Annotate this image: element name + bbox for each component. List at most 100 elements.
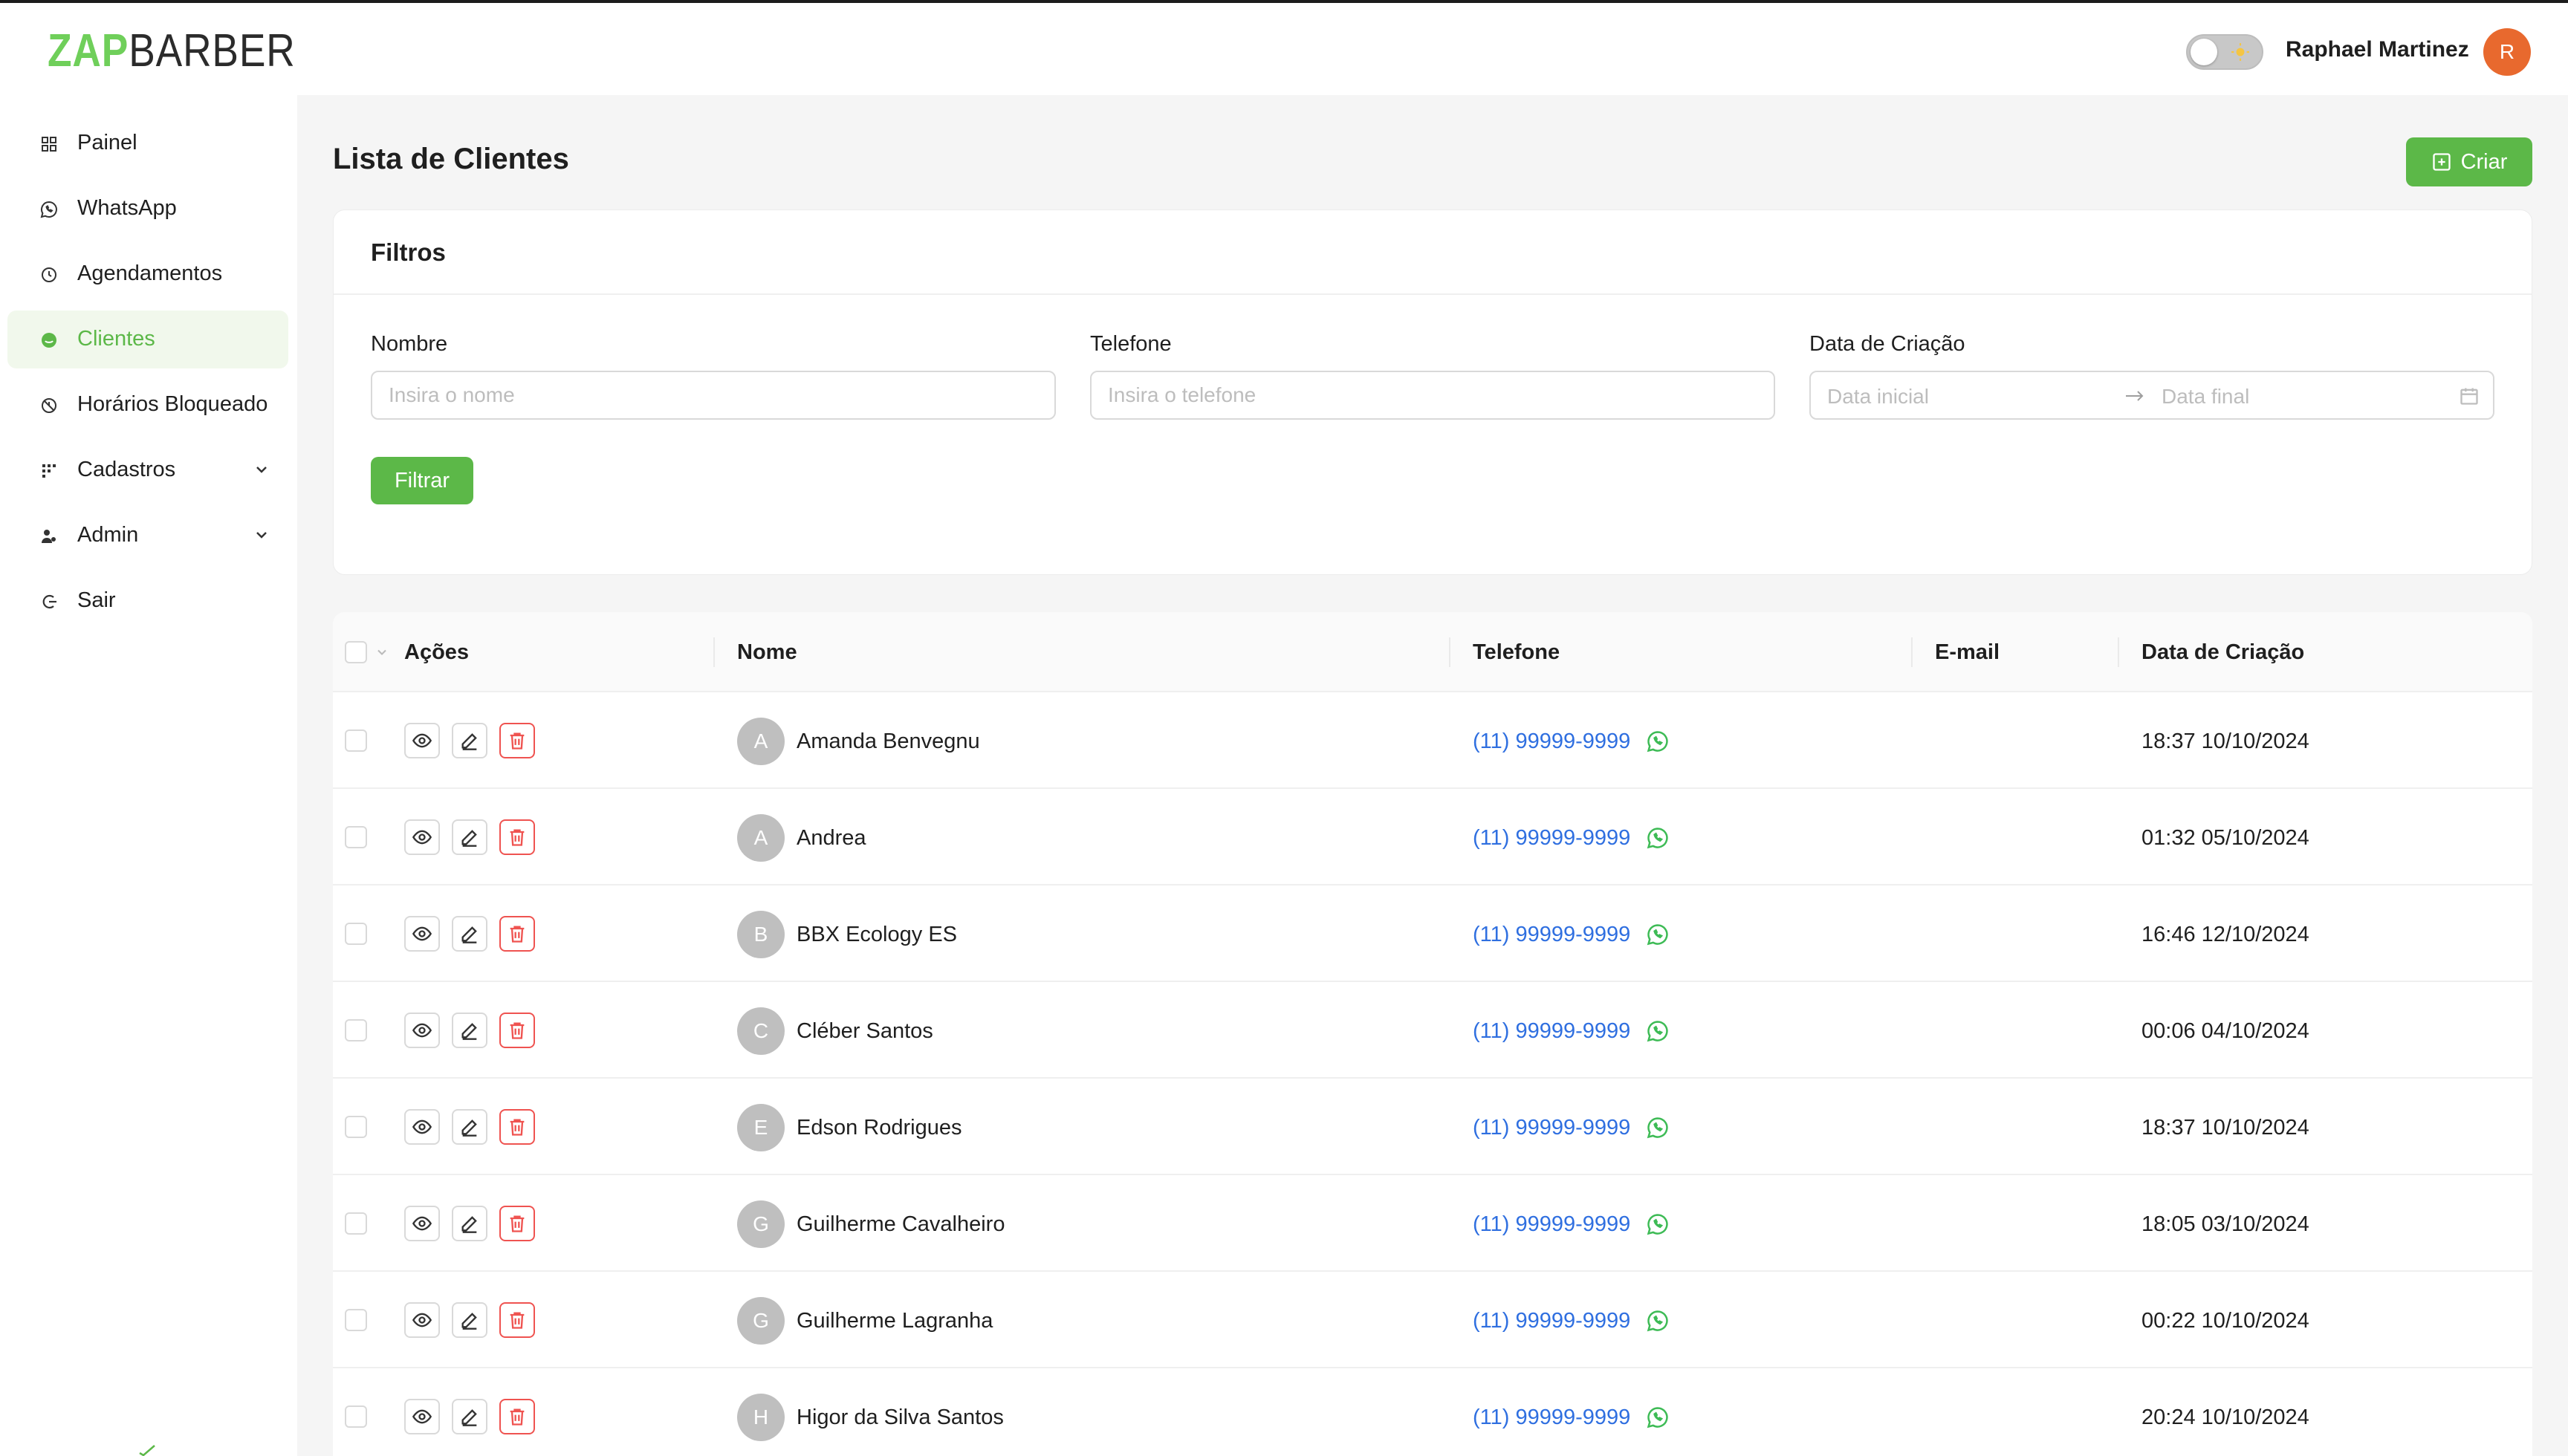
sidebar-item-label: Painel — [77, 131, 137, 155]
edit-button[interactable] — [452, 1399, 487, 1434]
brand-logo[interactable]: ZAPBARBER — [48, 28, 296, 74]
theme-toggle[interactable] — [2186, 34, 2263, 70]
user-name[interactable]: Raphael Martinez — [2286, 37, 2469, 62]
table-row[interactable]: C Cléber Santos (11) 99999-9999 00:06 04/10… — [333, 982, 2532, 1079]
sidebar-item-admin[interactable]: Admin — [7, 507, 288, 565]
client-phone-link[interactable]: (11) 99999-9999 — [1473, 923, 1630, 947]
edit-button[interactable] — [452, 916, 487, 952]
client-name: BBX Ecology ES — [797, 923, 957, 946]
filters-title: Filtros — [371, 238, 446, 266]
column-header-name[interactable]: Nome — [737, 640, 797, 665]
select-all-checkbox[interactable] — [345, 641, 367, 663]
chevron-down-icon[interactable] — [374, 645, 389, 660]
delete-button[interactable] — [499, 1206, 535, 1241]
sidebar-item-agendamentos[interactable]: Agendamentos — [7, 245, 288, 303]
client-created-date: 20:24 10/10/2024 — [2141, 1405, 2309, 1429]
delete-button[interactable] — [499, 819, 535, 855]
sidebar-item-whatsapp[interactable]: WhatsApp — [7, 180, 288, 238]
client-phone-link[interactable]: (11) 99999-9999 — [1473, 1405, 1630, 1430]
whatsapp-icon[interactable] — [1647, 1310, 1669, 1332]
client-created-date: 18:05 03/10/2024 — [2141, 1212, 2309, 1236]
delete-button[interactable] — [499, 1302, 535, 1338]
delete-button[interactable] — [499, 723, 535, 758]
edit-button[interactable] — [452, 1109, 487, 1145]
client-phone-link[interactable]: (11) 99999-9999 — [1473, 1212, 1630, 1237]
row-checkbox[interactable] — [345, 923, 367, 945]
table-row[interactable]: B BBX Ecology ES (11) 99999-9999 16:46 12/1… — [333, 885, 2532, 982]
client-created-date: 16:46 12/10/2024 — [2141, 923, 2309, 946]
create-button[interactable]: Criar — [2406, 137, 2532, 186]
row-checkbox[interactable] — [345, 826, 367, 848]
table-row[interactable]: G Guilherme Lagranha (11) 99999-9999 00:22 … — [333, 1272, 2532, 1368]
view-button[interactable] — [404, 1013, 440, 1048]
edit-button[interactable] — [452, 723, 487, 758]
view-button[interactable] — [404, 916, 440, 952]
edit-button[interactable] — [452, 1302, 487, 1338]
table-row[interactable]: A Amanda Benvegnu (11) 99999-9999 18:37 10/… — [333, 692, 2532, 789]
filter-button[interactable]: Filtrar — [371, 457, 473, 504]
edit-button[interactable] — [452, 819, 487, 855]
table-row[interactable]: E Edson Rodrigues (11) 99999-9999 18:37 10/… — [333, 1079, 2532, 1175]
view-button[interactable] — [404, 723, 440, 758]
edit-button[interactable] — [452, 1013, 487, 1048]
row-checkbox[interactable] — [345, 1019, 367, 1041]
edit-button[interactable] — [452, 1206, 487, 1241]
sidebar-item-cadastros[interactable]: Cadastros — [7, 441, 288, 499]
view-button[interactable] — [404, 1302, 440, 1338]
trash-icon — [507, 1117, 528, 1137]
table-row[interactable]: H Higor da Silva Santos (11) 99999-9999 20:… — [333, 1368, 2532, 1456]
column-separator — [713, 637, 715, 667]
client-phone-link[interactable]: (11) 99999-9999 — [1473, 1309, 1630, 1333]
whatsapp-icon[interactable] — [1647, 730, 1669, 753]
filters-panel: Filtros Nombre Insira o nome Telefone In… — [333, 209, 2532, 575]
delete-button[interactable] — [499, 1013, 535, 1048]
trash-icon — [507, 1310, 528, 1330]
row-checkbox[interactable] — [345, 1309, 367, 1331]
whatsapp-icon[interactable] — [1647, 1406, 1669, 1429]
table-row[interactable]: G Guilherme Cavalheiro (11) 99999-9999 18:0… — [333, 1175, 2532, 1272]
chevron-down-icon[interactable] — [253, 526, 270, 544]
sidebar-item-horarios-bloqueado[interactable]: Horários Bloqueado — [7, 376, 288, 434]
client-initial: G — [753, 1212, 769, 1235]
table-row[interactable]: A Andrea (11) 99999-9999 01:32 05/10/2024 — [333, 789, 2532, 885]
view-button[interactable] — [404, 1399, 440, 1434]
whatsapp-icon[interactable] — [1647, 827, 1669, 849]
view-button[interactable] — [404, 1206, 440, 1241]
client-phone-link[interactable]: (11) 99999-9999 — [1473, 826, 1630, 851]
delete-button[interactable] — [499, 1109, 535, 1145]
sidebar-item-clientes[interactable]: Clientes — [7, 311, 288, 368]
date-start-input[interactable]: Data inicial — [1827, 385, 1929, 409]
client-phone-link[interactable]: (11) 99999-9999 — [1473, 1019, 1630, 1044]
trash-icon — [507, 827, 528, 848]
client-phone-link[interactable]: (11) 99999-9999 — [1473, 729, 1630, 754]
view-button[interactable] — [404, 819, 440, 855]
column-header-email[interactable]: E-mail — [1935, 640, 2000, 665]
delete-button[interactable] — [499, 1399, 535, 1434]
user-avatar[interactable]: R — [2483, 28, 2531, 76]
delete-button[interactable] — [499, 916, 535, 952]
whatsapp-icon[interactable] — [1647, 1020, 1669, 1042]
date-end-input[interactable]: Data final — [2162, 385, 2249, 409]
client-phone-link[interactable]: (11) 99999-9999 — [1473, 1116, 1630, 1140]
client-created-date: 00:06 04/10/2024 — [2141, 1019, 2309, 1043]
row-checkbox[interactable] — [345, 1405, 367, 1428]
sidebar-item-painel[interactable]: Painel — [7, 114, 288, 172]
view-button[interactable] — [404, 1109, 440, 1145]
row-checkbox[interactable] — [345, 1116, 367, 1138]
phone-filter-input[interactable]: Insira o telefone — [1090, 371, 1775, 420]
name-filter-input[interactable]: Insira o nome — [371, 371, 1056, 420]
whatsapp-icon[interactable] — [1647, 923, 1669, 946]
client-name: Cléber Santos — [797, 1019, 933, 1043]
whatsapp-icon[interactable] — [1647, 1117, 1669, 1139]
chevron-down-icon[interactable] — [253, 461, 270, 478]
client-avatar: G — [737, 1200, 785, 1248]
column-header-phone[interactable]: Telefone — [1473, 640, 1560, 665]
row-checkbox[interactable] — [345, 729, 367, 752]
whatsapp-icon[interactable] — [1647, 1213, 1669, 1235]
row-checkbox[interactable] — [345, 1212, 367, 1235]
pencil-icon — [459, 730, 480, 751]
sidebar-item-sair[interactable]: Sair — [7, 572, 288, 630]
date-range-picker[interactable]: Data inicial Data final — [1809, 371, 2494, 420]
eye-icon — [412, 1406, 432, 1427]
column-header-created[interactable]: Data de Criação — [2141, 640, 2304, 665]
